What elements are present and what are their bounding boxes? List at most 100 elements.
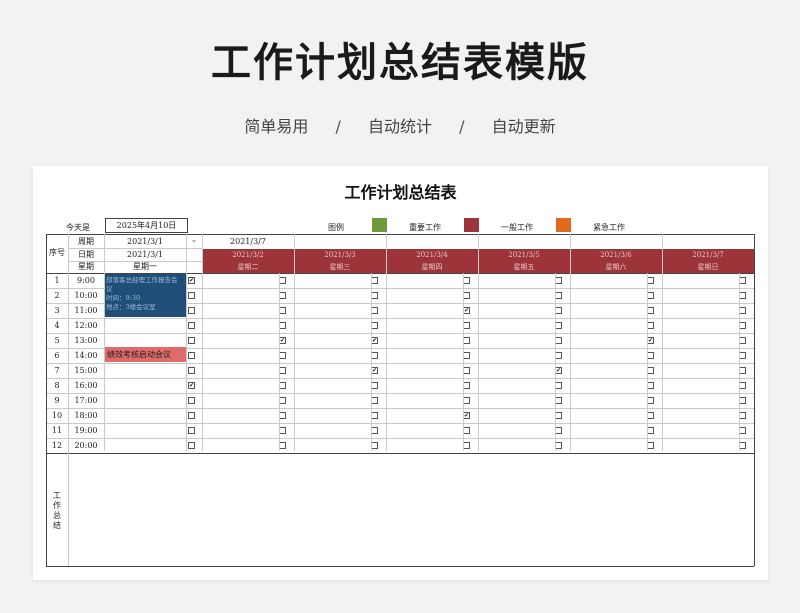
task-checkbox[interactable] — [647, 427, 654, 434]
task-checkbox[interactable] — [279, 322, 286, 329]
task-checkbox[interactable]: ✔ — [371, 367, 378, 374]
task-checkbox[interactable] — [555, 277, 562, 284]
week-dropdown-icon[interactable]: ⌄ — [186, 235, 202, 245]
task-checkbox[interactable] — [188, 322, 195, 329]
task-checkbox[interactable] — [463, 397, 470, 404]
task-checkbox[interactable] — [555, 322, 562, 329]
row-time: 12:00 — [74, 321, 98, 330]
task-checkbox[interactable] — [371, 397, 378, 404]
task-checkbox[interactable] — [463, 382, 470, 389]
task-checkbox[interactable] — [279, 442, 286, 449]
task-checkbox[interactable] — [647, 292, 654, 299]
task-checkbox[interactable] — [188, 412, 195, 419]
task-checkbox[interactable] — [739, 367, 746, 374]
task-checkbox[interactable] — [279, 352, 286, 359]
task-checkbox[interactable] — [371, 352, 378, 359]
task-checkbox[interactable] — [463, 442, 470, 449]
task-checkbox[interactable] — [279, 397, 286, 404]
task-checkbox[interactable] — [739, 382, 746, 389]
task-checkbox[interactable] — [555, 337, 562, 344]
task-checkbox[interactable] — [371, 322, 378, 329]
task-checkbox[interactable]: ✔ — [279, 337, 286, 344]
row-seq: 8 — [54, 381, 60, 390]
task-checkbox[interactable] — [188, 442, 195, 449]
task-checkbox[interactable] — [739, 292, 746, 299]
task-checkbox[interactable] — [739, 337, 746, 344]
task-checkbox[interactable] — [555, 412, 562, 419]
task-checkbox[interactable] — [647, 397, 654, 404]
task-checkbox[interactable] — [647, 307, 654, 314]
task-checkbox[interactable] — [555, 307, 562, 314]
task-checkbox[interactable] — [739, 412, 746, 419]
task-checkbox[interactable]: ✔ — [188, 277, 195, 284]
task-checkbox[interactable] — [371, 427, 378, 434]
task-checkbox[interactable] — [555, 397, 562, 404]
task-checkbox[interactable] — [463, 337, 470, 344]
task-checkbox[interactable] — [647, 442, 654, 449]
task-checkbox[interactable] — [279, 292, 286, 299]
task-checkbox[interactable] — [279, 367, 286, 374]
task-checkbox[interactable] — [279, 427, 286, 434]
task-checkbox[interactable] — [371, 307, 378, 314]
task-checkbox[interactable] — [188, 397, 195, 404]
task-checkbox[interactable] — [279, 382, 286, 389]
task-checkbox[interactable] — [188, 307, 195, 314]
row-time: 17:00 — [74, 396, 98, 405]
task-checkbox[interactable] — [739, 427, 746, 434]
task-checkbox[interactable] — [647, 352, 654, 359]
task-checkbox[interactable] — [555, 382, 562, 389]
task-checkbox[interactable] — [371, 292, 378, 299]
day-date-header: 2021/3/4 — [386, 249, 478, 261]
summary-char: 工 — [53, 491, 61, 500]
task-checkbox[interactable] — [647, 382, 654, 389]
task-checkbox[interactable] — [279, 412, 286, 419]
task-checkbox[interactable] — [647, 412, 654, 419]
task-checkbox[interactable] — [647, 367, 654, 374]
task-checkbox[interactable] — [739, 352, 746, 359]
day-weekday-header: 星期六 — [570, 261, 662, 273]
task-checkbox[interactable] — [188, 352, 195, 359]
task-checkbox[interactable] — [555, 292, 562, 299]
task-checkbox[interactable] — [279, 307, 286, 314]
task-checkbox[interactable] — [279, 277, 286, 284]
task-checkbox[interactable] — [555, 352, 562, 359]
summary-input-area[interactable] — [69, 451, 754, 566]
task-checkbox[interactable]: ✔ — [463, 412, 470, 419]
task-checkbox[interactable]: ✔ — [555, 367, 562, 374]
task-checkbox[interactable]: ✔ — [371, 337, 378, 344]
task-important-block[interactable]: 部落客总经理工作报告会 议 时间：9:30 地点：3楼会议室 — [105, 274, 186, 317]
task-checkbox[interactable] — [647, 277, 654, 284]
task-urgent-block[interactable]: 绩效考核启动会议 — [105, 347, 186, 362]
task-checkbox[interactable] — [739, 442, 746, 449]
day1-date: 2021/3/1 — [127, 250, 163, 259]
task-checkbox[interactable] — [188, 367, 195, 374]
task-checkbox[interactable]: ✔ — [188, 382, 195, 389]
task-checkbox[interactable] — [463, 292, 470, 299]
task-checkbox[interactable] — [188, 427, 195, 434]
task-checkbox[interactable] — [555, 442, 562, 449]
task-checkbox[interactable] — [463, 277, 470, 284]
task-checkbox[interactable] — [188, 292, 195, 299]
task-checkbox[interactable]: ✔ — [647, 337, 654, 344]
task-checkbox[interactable] — [739, 277, 746, 284]
task-checkbox[interactable] — [463, 352, 470, 359]
task-checkbox[interactable] — [739, 322, 746, 329]
row-seq: 1 — [54, 276, 60, 285]
week-label: 周期 — [78, 237, 94, 246]
task-checkbox[interactable] — [739, 307, 746, 314]
task-checkbox[interactable] — [463, 427, 470, 434]
row-seq: 6 — [54, 351, 60, 360]
task-checkbox[interactable] — [371, 277, 378, 284]
task-checkbox[interactable] — [463, 322, 470, 329]
task-checkbox[interactable] — [188, 337, 195, 344]
task-checkbox[interactable] — [647, 322, 654, 329]
summary-label: 工 作 总 结 — [46, 491, 68, 531]
task-checkbox[interactable] — [555, 427, 562, 434]
row-time: 19:00 — [74, 426, 98, 435]
task-checkbox[interactable]: ✔ — [463, 307, 470, 314]
task-checkbox[interactable] — [739, 397, 746, 404]
task-checkbox[interactable] — [371, 442, 378, 449]
task-checkbox[interactable] — [463, 367, 470, 374]
task-checkbox[interactable] — [371, 382, 378, 389]
task-checkbox[interactable] — [371, 412, 378, 419]
